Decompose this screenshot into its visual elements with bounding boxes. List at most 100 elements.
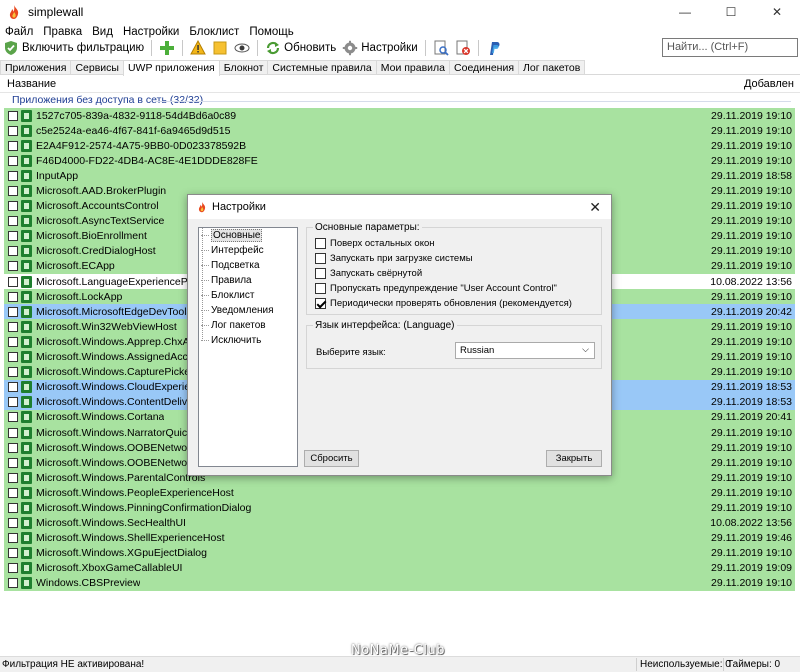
added-date: 10.08.2022 13:56 <box>710 517 792 530</box>
list-item[interactable]: Microsoft.XboxGameCallableUI 29.11.2019 1… <box>4 560 795 576</box>
checkbox[interactable] <box>8 563 18 574</box>
checkbox[interactable] <box>315 253 326 264</box>
checkbox[interactable] <box>8 367 18 378</box>
option-start-minimized[interactable]: Запускать свёрнутой <box>315 268 422 279</box>
menu-view[interactable]: Вид <box>87 26 118 38</box>
log-search-icon[interactable] <box>431 38 451 58</box>
checkbox[interactable] <box>8 110 18 121</box>
checkbox[interactable] <box>8 533 18 544</box>
reset-button[interactable]: Сбросить <box>304 450 359 467</box>
checkbox[interactable] <box>8 155 18 166</box>
menu-file[interactable]: Файл <box>0 26 38 38</box>
option-autostart[interactable]: Запускать при загрузке системы <box>315 253 473 264</box>
menu-edit[interactable]: Правка <box>38 26 87 38</box>
list-item[interactable]: Microsoft.Windows.PeopleExperienceHost 29… <box>4 485 795 501</box>
list-item[interactable]: Windows.CBSPreview 29.11.2019 19:10 <box>4 575 795 591</box>
log-clear-icon[interactable] <box>453 38 473 58</box>
checkbox[interactable] <box>315 268 326 279</box>
nav-item-notifications[interactable]: Уведомления <box>199 303 297 318</box>
tab-services[interactable]: Сервисы <box>70 60 124 74</box>
tab-system-rules[interactable]: Системные правила <box>267 60 377 74</box>
checkbox[interactable] <box>8 170 18 181</box>
checkbox[interactable] <box>8 427 18 438</box>
checkbox[interactable] <box>8 246 18 257</box>
checkbox[interactable] <box>8 231 18 242</box>
option-always-on-top[interactable]: Поверх остальных окон <box>315 238 435 249</box>
option-check-updates[interactable]: Периодически проверять обновления (реком… <box>315 298 572 309</box>
checkbox[interactable] <box>315 283 326 294</box>
list-item[interactable]: Microsoft.Windows.ShellExperienceHost 29.… <box>4 530 795 546</box>
menu-blocklist[interactable]: Блоклист <box>184 26 244 38</box>
checkbox[interactable] <box>8 548 18 559</box>
tab-my-rules[interactable]: Мои правила <box>375 60 451 74</box>
note-icon[interactable] <box>210 38 230 58</box>
tab-packet-log[interactable]: Лог пакетов <box>518 60 586 74</box>
checkbox[interactable] <box>8 261 18 272</box>
close-button[interactable]: ✕ <box>754 0 800 24</box>
list-item[interactable]: Microsoft.Windows.XGpuEjectDialog 29.11.2… <box>4 545 795 561</box>
checkbox[interactable] <box>8 216 18 227</box>
search-input[interactable]: Найти... (Ctrl+F) <box>662 38 798 57</box>
list-item[interactable]: InputApp 29.11.2019 18:58 <box>4 168 795 184</box>
nav-item-packet-log[interactable]: Лог пакетов <box>199 318 297 333</box>
refresh-button[interactable]: Обновить <box>262 38 339 58</box>
checkbox[interactable] <box>8 321 18 332</box>
uwp-app-icon <box>21 335 32 348</box>
checkbox[interactable] <box>8 306 18 317</box>
list-item[interactable]: F46D4000-FD22-4DB4-AC8E-4E1DDDE828FE 29.1… <box>4 153 795 169</box>
checkbox[interactable] <box>8 276 18 287</box>
list-item[interactable]: E2A4F912-2574-4A75-9BB0-0D023378592B 29.1… <box>4 138 795 154</box>
language-select[interactable]: Russian ⌵ <box>455 342 595 359</box>
checkbox[interactable] <box>8 518 18 529</box>
menu-help[interactable]: Помощь <box>244 26 298 38</box>
nav-item-rules[interactable]: Правила <box>199 273 297 288</box>
checkbox[interactable] <box>8 397 18 408</box>
menu-settings[interactable]: Настройки <box>118 26 184 38</box>
checkbox[interactable] <box>8 472 18 483</box>
nav-item-blocklist[interactable]: Блоклист <box>199 288 297 303</box>
option-label: Пропускать предупреждение "User Account … <box>330 283 557 294</box>
group-title: Основные параметры: <box>313 222 422 233</box>
donate-icon[interactable] <box>484 38 504 58</box>
warning-icon[interactable] <box>188 38 208 58</box>
checkbox[interactable] <box>8 578 18 589</box>
checkbox[interactable] <box>8 352 18 363</box>
list-item[interactable]: Microsoft.Windows.SecHealthUI 10.08.2022 … <box>4 515 795 531</box>
eye-icon[interactable] <box>232 38 252 58</box>
nav-item-highlight[interactable]: Подсветка <box>199 258 297 273</box>
tab-blocklist[interactable]: Блокнот <box>218 60 269 74</box>
checkbox[interactable] <box>8 140 18 151</box>
column-name-header[interactable]: Название <box>7 78 56 90</box>
checkbox[interactable] <box>8 442 18 453</box>
checkbox[interactable] <box>8 502 18 513</box>
nav-item-general[interactable]: Основные <box>199 228 297 243</box>
list-item[interactable]: Microsoft.Windows.PinningConfirmationDia… <box>4 500 795 516</box>
tab-apps[interactable]: Приложения <box>0 60 72 74</box>
list-item[interactable]: c5e2524a-ea46-4f67-841f-6a9465d9d515 29.1… <box>4 123 795 139</box>
dialog-close-icon[interactable]: ✕ <box>589 199 601 216</box>
checkbox[interactable] <box>8 412 18 423</box>
tab-uwp-apps[interactable]: UWP приложения <box>122 60 220 76</box>
checkbox[interactable] <box>315 238 326 249</box>
checkbox[interactable] <box>8 201 18 212</box>
checkbox[interactable] <box>8 487 18 498</box>
column-added-header[interactable]: Добавлен <box>744 78 794 90</box>
checkbox[interactable] <box>8 336 18 347</box>
checkbox[interactable] <box>8 457 18 468</box>
checkbox[interactable] <box>8 186 18 197</box>
nav-item-exclude[interactable]: Исключить <box>199 333 297 348</box>
checkbox-checked[interactable] <box>315 298 326 309</box>
checkbox[interactable] <box>8 291 18 302</box>
checkbox[interactable] <box>8 382 18 393</box>
option-skip-uac[interactable]: Пропускать предупреждение "User Account … <box>315 283 557 294</box>
add-icon[interactable] <box>157 38 177 58</box>
tab-connections[interactable]: Соединения <box>449 60 520 74</box>
checkbox[interactable] <box>8 125 18 136</box>
enable-filter-button[interactable]: Включить фильтрацию <box>0 38 147 58</box>
settings-button[interactable]: Настройки <box>339 38 420 58</box>
minimize-button[interactable]: — <box>662 0 708 24</box>
dialog-close-button[interactable]: Закрыть <box>546 450 602 467</box>
maximize-button[interactable]: ☐ <box>708 0 754 24</box>
list-item[interactable]: 1527c705-839a-4832-9118-54d4Bd6a0c89 29.1… <box>4 108 795 124</box>
nav-item-interface[interactable]: Интерфейс <box>199 243 297 258</box>
